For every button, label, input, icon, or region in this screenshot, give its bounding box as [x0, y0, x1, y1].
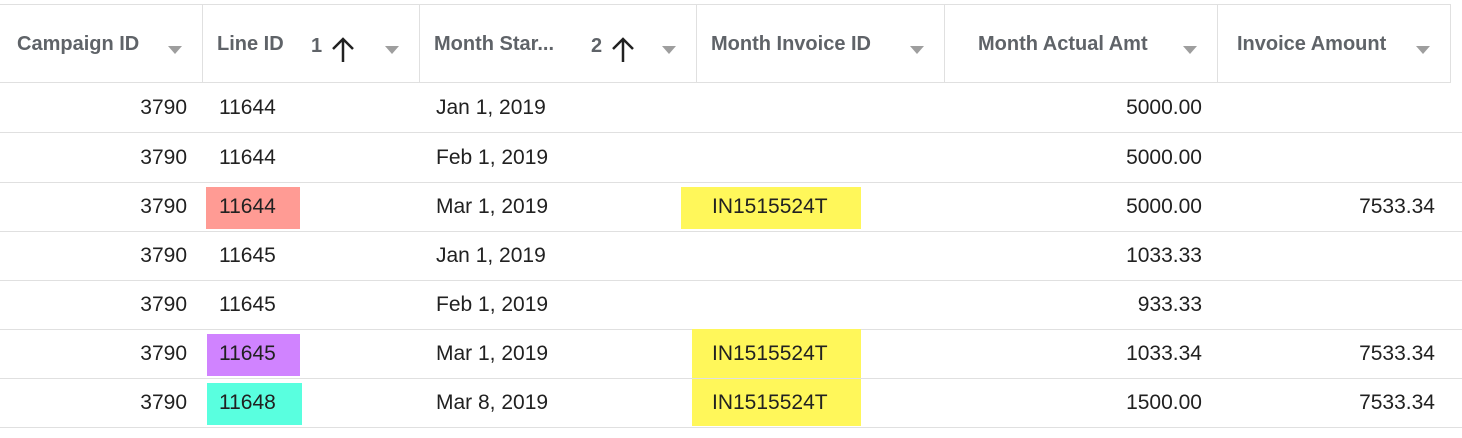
invoice-amt-cell: 7533.34	[1359, 391, 1435, 414]
column-header-campaign-id[interactable]: Campaign ID	[0, 5, 203, 82]
column-menu-icon[interactable]	[909, 45, 925, 55]
column-title: Campaign ID	[17, 33, 140, 55]
line-id-cell: 11645	[219, 293, 276, 316]
table-row[interactable]: 3790 11645 Mar 1, 2019 IN1515524T 1033.3…	[0, 329, 1462, 379]
column-menu-icon[interactable]	[1182, 45, 1198, 55]
month-start-cell: Feb 1, 2019	[436, 146, 549, 169]
campaign-id-cell: 3790	[140, 96, 187, 119]
table-row[interactable]: 3790 11648 Mar 8, 2019 IN1515524T 1500.0…	[0, 379, 1462, 428]
sort-order-number: 1	[311, 35, 323, 57]
table-row[interactable]: 3790 11645 Feb 1, 2019 933.33	[0, 281, 1462, 330]
arrow-up-icon[interactable]	[610, 36, 636, 64]
table-row[interactable]: 3790 11644 Jan 1, 2019 5000.00	[0, 84, 1462, 133]
data-grid: Campaign ID Line ID 1 Month Star... 2 Mo…	[0, 0, 1462, 438]
sort-order-number: 2	[591, 35, 603, 57]
month-start-cell: Jan 1, 2019	[436, 96, 546, 119]
invoice-amt-cell: 7533.34	[1359, 342, 1435, 365]
column-title: Invoice Amount	[1237, 33, 1387, 55]
column-divider	[1450, 4, 1451, 83]
line-id-cell: 11645	[219, 342, 276, 365]
column-menu-icon[interactable]	[661, 45, 677, 55]
campaign-id-cell: 3790	[140, 293, 187, 316]
column-header-line-id[interactable]: Line ID 1	[203, 5, 420, 82]
campaign-id-cell: 3790	[140, 146, 187, 169]
campaign-id-cell: 3790	[140, 244, 187, 267]
column-title: Month Star...	[434, 33, 554, 55]
actual-amt-cell: 5000.00	[1126, 96, 1202, 119]
actual-amt-cell: 1500.00	[1126, 391, 1202, 414]
column-title: Month Invoice ID	[711, 33, 871, 55]
column-menu-icon[interactable]	[384, 45, 400, 55]
invoice-amt-cell	[1218, 84, 1435, 132]
table-row[interactable]: 3790 11644 Feb 1, 2019 5000.00	[0, 134, 1462, 183]
arrow-up-icon[interactable]	[330, 36, 356, 64]
invoice-id-cell: IN1515524T	[712, 391, 828, 414]
line-id-cell: 11648	[219, 391, 276, 414]
actual-amt-cell: 1033.34	[1126, 342, 1202, 365]
line-id-cell: 11644	[219, 146, 276, 169]
column-title: Month Actual Amt	[978, 33, 1148, 55]
month-start-cell: Jan 1, 2019	[436, 244, 546, 267]
line-id-cell: 11644	[219, 195, 276, 218]
column-header-month-start[interactable]: Month Star... 2	[420, 5, 697, 82]
campaign-id-cell: 3790	[140, 391, 187, 414]
month-start-cell: Feb 1, 2019	[436, 293, 549, 316]
month-start-cell: Mar 1, 2019	[436, 342, 549, 365]
invoice-amt-cell: 7533.34	[1359, 195, 1435, 218]
campaign-id-cell: 3790	[140, 195, 187, 218]
line-id-cell: 11644	[219, 96, 276, 119]
grid-header: Campaign ID Line ID 1 Month Star... 2 Mo…	[0, 4, 1450, 83]
invoice-amt-cell	[1218, 281, 1435, 329]
column-title: Line ID	[217, 33, 284, 55]
invoice-id-cell: IN1515524T	[712, 342, 828, 365]
actual-amt-cell: 5000.00	[1126, 146, 1202, 169]
column-menu-icon[interactable]	[167, 45, 183, 55]
month-start-cell: Mar 1, 2019	[436, 195, 549, 218]
table-row[interactable]: 3790 11645 Jan 1, 2019 1033.33	[0, 232, 1462, 281]
actual-amt-cell: 1033.33	[1126, 244, 1202, 267]
column-header-month-actual-amt[interactable]: Month Actual Amt	[945, 5, 1218, 82]
invoice-amt-cell	[1218, 232, 1435, 280]
campaign-id-cell: 3790	[140, 342, 187, 365]
actual-amt-cell: 933.33	[1137, 293, 1202, 316]
line-id-cell: 11645	[219, 244, 276, 267]
invoice-id-cell: IN1515524T	[712, 195, 828, 218]
column-header-month-invoice-id[interactable]: Month Invoice ID	[697, 5, 945, 82]
column-header-invoice-amount[interactable]: Invoice Amount	[1218, 5, 1450, 82]
table-row[interactable]: 3790 11644 Mar 1, 2019 IN1515524T 5000.0…	[0, 183, 1462, 232]
invoice-amt-cell	[1218, 134, 1435, 182]
actual-amt-cell: 5000.00	[1126, 195, 1202, 218]
column-menu-icon[interactable]	[1415, 45, 1431, 55]
month-start-cell: Mar 8, 2019	[436, 391, 549, 414]
